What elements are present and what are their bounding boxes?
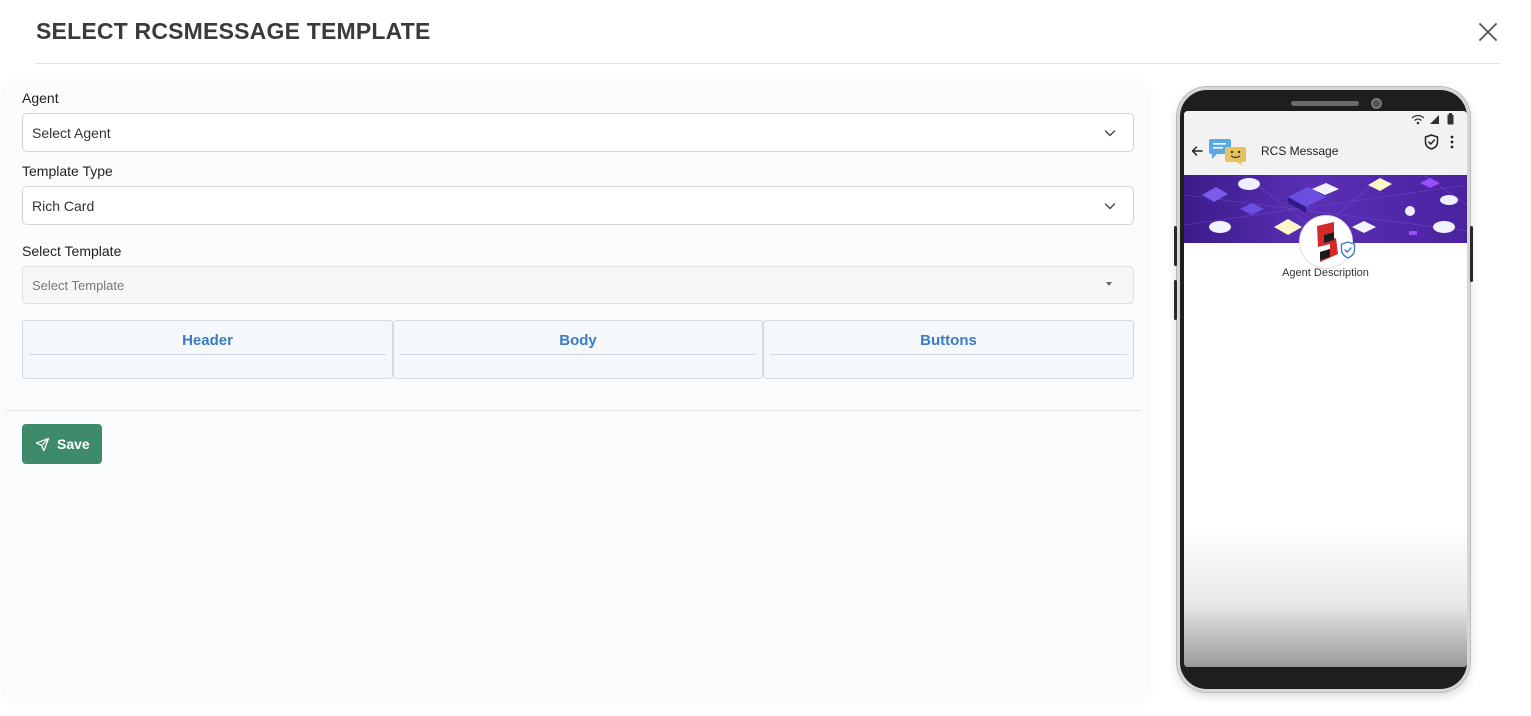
tab-header[interactable]: Header	[22, 320, 393, 379]
phone-side-button	[1174, 280, 1177, 320]
select-template-dropdown[interactable]: Select Template	[22, 266, 1134, 304]
screen-gradient	[1184, 527, 1467, 667]
phone-speaker	[1291, 101, 1359, 106]
chevron-down-icon	[1104, 130, 1116, 137]
app-title: RCS Message	[1261, 144, 1339, 158]
modal-title: SELECT RCSMESSAGE TEMPLATE	[36, 18, 431, 44]
select-template-placeholder: Select Template	[32, 278, 125, 293]
chevron-down-icon	[1104, 203, 1116, 210]
send-icon	[35, 437, 50, 452]
select-template-modal: SELECT RCSMESSAGE TEMPLATE Agent Select …	[0, 0, 1531, 716]
shield-check-icon[interactable]	[1424, 134, 1439, 150]
agent-label: Agent	[22, 90, 59, 106]
wifi-icon	[1411, 114, 1425, 125]
phone-preview: RCS Message Agent Description	[1174, 87, 1473, 692]
save-button[interactable]: Save	[22, 424, 102, 464]
save-button-label: Save	[57, 436, 90, 452]
tab-header-label: Header	[182, 332, 233, 349]
tab-divider	[770, 354, 1127, 355]
phone-side-button	[1174, 226, 1177, 266]
tab-divider	[400, 354, 756, 355]
tab-buttons[interactable]: Buttons	[763, 320, 1134, 379]
signal-icon	[1430, 115, 1439, 124]
template-type-label: Template Type	[22, 163, 113, 179]
title-divider	[35, 63, 1500, 64]
agent-description: Agent Description	[1282, 267, 1369, 279]
section-divider	[6, 410, 1141, 411]
agent-select-value: Select Agent	[32, 125, 111, 141]
back-arrow-icon[interactable]	[1191, 145, 1203, 157]
tab-buttons-label: Buttons	[920, 332, 977, 349]
tab-divider	[29, 354, 386, 355]
template-type-select[interactable]: Rich Card	[22, 186, 1134, 225]
battery-icon	[1447, 113, 1454, 125]
agent-select[interactable]: Select Agent	[22, 113, 1134, 152]
tab-body-label: Body	[559, 332, 597, 349]
tab-body[interactable]: Body	[393, 320, 763, 379]
select-template-label: Select Template	[22, 243, 122, 259]
caret-down-icon	[1106, 282, 1112, 286]
form-panel	[6, 86, 1145, 698]
chat-bubbles-icon	[1209, 139, 1246, 166]
phone-screen: RCS Message Agent Description	[1184, 111, 1467, 667]
verified-shield-icon	[1340, 241, 1356, 259]
phone-side-button	[1470, 226, 1473, 282]
status-bar	[1184, 111, 1467, 129]
phone-camera	[1371, 98, 1382, 109]
close-icon[interactable]	[1476, 20, 1500, 44]
more-vertical-icon[interactable]	[1450, 135, 1454, 149]
template-type-value: Rich Card	[32, 198, 95, 214]
app-bar: RCS Message	[1184, 129, 1467, 175]
